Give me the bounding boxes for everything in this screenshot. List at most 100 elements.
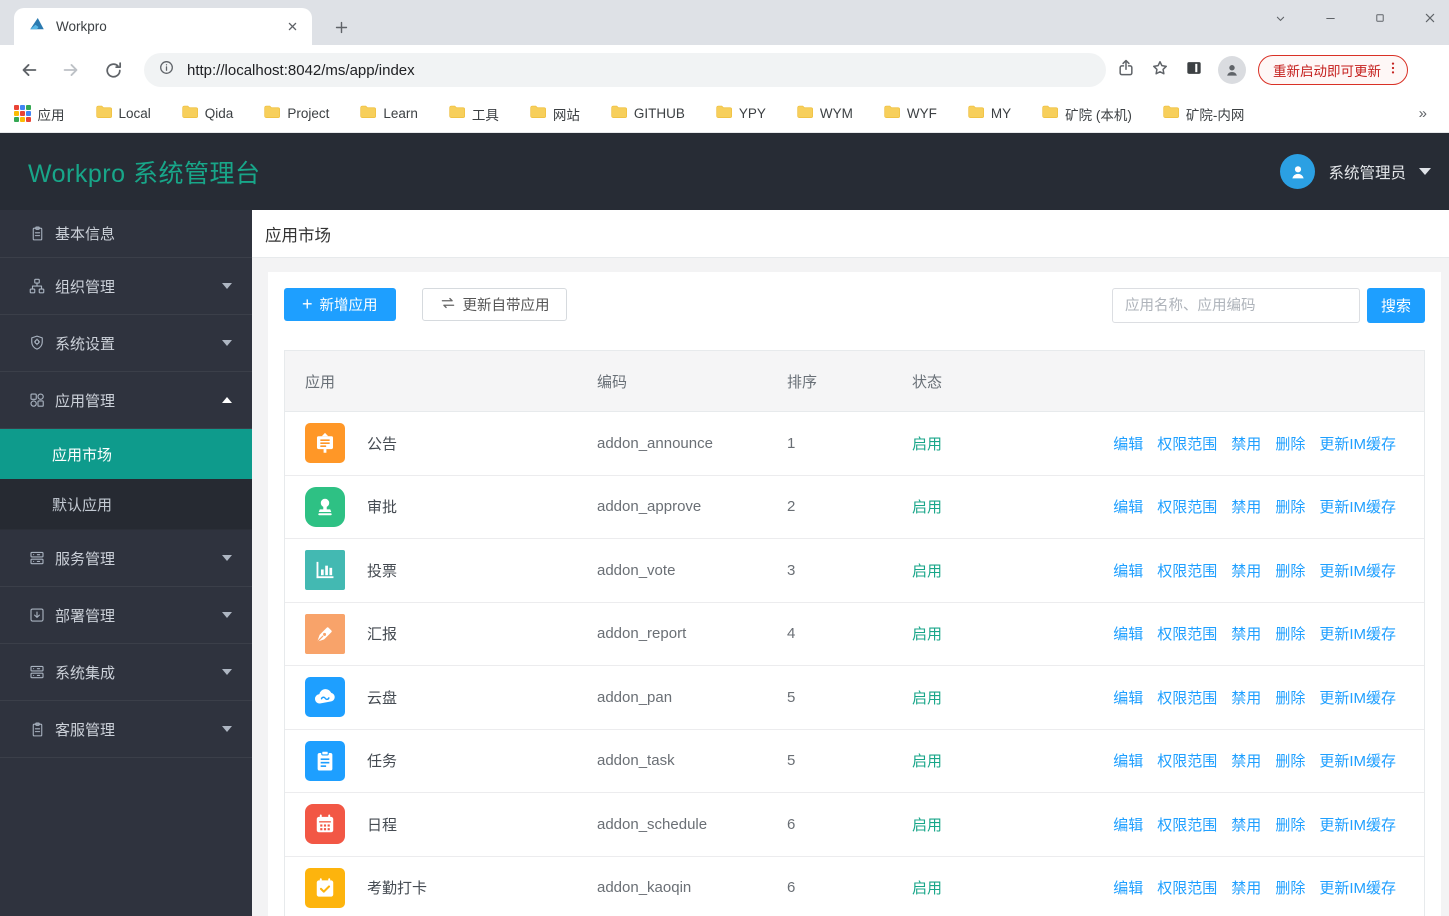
reload-button[interactable] (96, 53, 130, 87)
action-update-im-cache[interactable]: 更新IM缓存 (1319, 496, 1396, 517)
close-window-button[interactable] (1419, 7, 1441, 29)
action-update-im-cache[interactable]: 更新IM缓存 (1319, 560, 1396, 581)
action-disable[interactable]: 禁用 (1231, 560, 1261, 581)
action-disable[interactable]: 禁用 (1231, 877, 1261, 898)
action-update-im-cache[interactable]: 更新IM缓存 (1319, 877, 1396, 898)
bookmark-item[interactable]: YPY (715, 104, 766, 124)
sidebar-item-label: 应用管理 (55, 392, 116, 410)
bookmark-item[interactable]: 工具 (448, 104, 499, 124)
sidebar-item[interactable]: 基本信息 (0, 210, 252, 258)
bookmark-item[interactable]: MY (967, 104, 1011, 124)
action-edit[interactable]: 编辑 (1113, 814, 1143, 835)
action-delete[interactable]: 删除 (1275, 687, 1305, 708)
sidebar-item[interactable]: 部署管理 (0, 587, 252, 644)
tabstrip-chevron-icon[interactable] (1269, 7, 1291, 29)
search-input[interactable] (1112, 288, 1360, 323)
site-info-icon[interactable] (158, 59, 175, 81)
add-app-button[interactable]: + 新增应用 (284, 288, 396, 321)
action-permission-scope[interactable]: 权限范围 (1157, 877, 1217, 898)
bookmark-item[interactable]: Qida (181, 104, 234, 124)
status-enabled: 启用 (912, 753, 943, 771)
sidebar-item[interactable]: 服务管理 (0, 530, 252, 587)
new-tab-button[interactable] (328, 14, 354, 40)
bookmark-item[interactable]: 应用 (14, 104, 65, 124)
action-edit[interactable]: 编辑 (1113, 560, 1143, 581)
action-edit[interactable]: 编辑 (1113, 687, 1143, 708)
action-permission-scope[interactable]: 权限范围 (1157, 560, 1217, 581)
action-permission-scope[interactable]: 权限范围 (1157, 623, 1217, 644)
sidebar-item-label: 系统集成 (55, 664, 116, 682)
minimize-button[interactable] (1319, 7, 1341, 29)
action-edit[interactable]: 编辑 (1113, 623, 1143, 644)
bookmark-item[interactable]: Local (95, 104, 151, 124)
search-button[interactable]: 搜索 (1367, 288, 1425, 323)
back-button[interactable] (12, 53, 46, 87)
sidebar-item[interactable]: 系统设置 (0, 315, 252, 372)
sidebar-item[interactable]: 系统集成 (0, 644, 252, 701)
action-disable[interactable]: 禁用 (1231, 433, 1261, 454)
action-permission-scope[interactable]: 权限范围 (1157, 814, 1217, 835)
action-edit[interactable]: 编辑 (1113, 496, 1143, 517)
browser-tab[interactable]: Workpro (14, 8, 312, 45)
action-disable[interactable]: 禁用 (1231, 496, 1261, 517)
action-update-im-cache[interactable]: 更新IM缓存 (1319, 750, 1396, 771)
action-edit[interactable]: 编辑 (1113, 750, 1143, 771)
action-delete[interactable]: 删除 (1275, 496, 1305, 517)
bookmark-item[interactable]: GITHUB (610, 104, 685, 124)
user-menu[interactable]: 系统管理员 (1280, 154, 1431, 189)
action-delete[interactable]: 删除 (1275, 623, 1305, 644)
update-builtin-button[interactable]: 更新自带应用 (421, 288, 567, 321)
action-disable[interactable]: 禁用 (1231, 623, 1261, 644)
share-icon[interactable] (1116, 58, 1136, 83)
action-permission-scope[interactable]: 权限范围 (1157, 750, 1217, 771)
shield-icon (28, 334, 46, 352)
action-update-im-cache[interactable]: 更新IM缓存 (1319, 433, 1396, 454)
action-delete[interactable]: 删除 (1275, 750, 1305, 771)
update-browser-button[interactable]: 重新启动即可更新 (1258, 55, 1408, 85)
action-permission-scope[interactable]: 权限范围 (1157, 687, 1217, 708)
action-permission-scope[interactable]: 权限范围 (1157, 496, 1217, 517)
bookmarks-overflow-icon[interactable]: » (1419, 105, 1435, 122)
action-delete[interactable]: 删除 (1275, 877, 1305, 898)
action-disable[interactable]: 禁用 (1231, 750, 1261, 771)
bookmark-label: 矿院-内网 (1185, 107, 1245, 123)
action-disable[interactable]: 禁用 (1231, 687, 1261, 708)
maximize-button[interactable] (1369, 7, 1391, 29)
chip-menu-icon[interactable] (1385, 60, 1401, 81)
chart-app-icon (305, 550, 345, 591)
close-tab-icon[interactable] (282, 17, 302, 37)
sidebar-item[interactable]: 组织管理 (0, 258, 252, 315)
sidebar-item[interactable]: 客服管理 (0, 701, 252, 758)
action-delete[interactable]: 删除 (1275, 814, 1305, 835)
profile-avatar[interactable] (1218, 56, 1246, 84)
bookmark-item[interactable]: 矿院-内网 (1162, 104, 1245, 124)
action-delete[interactable]: 删除 (1275, 433, 1305, 454)
bookmark-label: Qida (204, 106, 234, 121)
bookmark-item[interactable]: WYF (883, 104, 937, 124)
bookmark-item[interactable]: 网站 (529, 104, 580, 124)
status-enabled: 启用 (912, 880, 943, 898)
forward-button[interactable] (54, 53, 88, 87)
side-panel-icon[interactable] (1184, 58, 1204, 83)
bookmark-item[interactable]: 矿院 (本机) (1041, 104, 1132, 124)
action-delete[interactable]: 删除 (1275, 560, 1305, 581)
app-code: addon_kaoqin (597, 879, 692, 897)
chevron-down-icon (222, 340, 232, 346)
sidebar-item[interactable]: 应用管理 (0, 372, 252, 429)
action-disable[interactable]: 禁用 (1231, 814, 1261, 835)
bookmark-star-icon[interactable] (1150, 58, 1170, 83)
address-bar[interactable]: http://localhost:8042/ms/app/index (144, 53, 1106, 87)
action-update-im-cache[interactable]: 更新IM缓存 (1319, 687, 1396, 708)
sidebar-subitem[interactable]: 默认应用 (0, 479, 252, 530)
sidebar-subitem[interactable]: 应用市场 (0, 429, 252, 479)
bookmark-item[interactable]: Learn (359, 104, 418, 124)
bookmark-item[interactable]: WYM (796, 104, 853, 124)
table-header: 应用 编码 排序 状态 (285, 351, 1424, 412)
bookmark-item[interactable]: Project (263, 104, 329, 124)
action-permission-scope[interactable]: 权限范围 (1157, 433, 1217, 454)
action-edit[interactable]: 编辑 (1113, 877, 1143, 898)
action-update-im-cache[interactable]: 更新IM缓存 (1319, 814, 1396, 835)
action-edit[interactable]: 编辑 (1113, 433, 1143, 454)
action-update-im-cache[interactable]: 更新IM缓存 (1319, 623, 1396, 644)
chevron-down-icon (222, 283, 232, 289)
